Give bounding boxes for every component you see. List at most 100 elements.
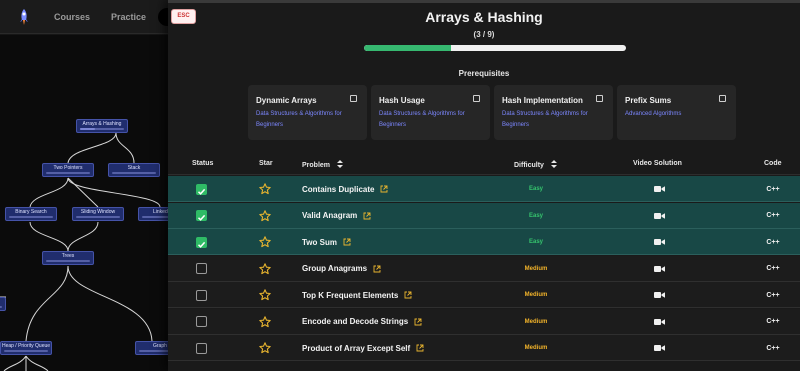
video-camera-icon[interactable] (654, 344, 665, 352)
prereq-checkbox[interactable] (596, 95, 603, 102)
external-link-icon[interactable] (363, 212, 371, 220)
star-outline-icon[interactable] (259, 289, 271, 301)
sort-icon[interactable] (336, 160, 343, 168)
table-row: Group Anagrams Medium C++ (168, 255, 800, 282)
status-checkbox[interactable] (196, 342, 207, 354)
problem-link[interactable]: Product of Array Except Self (302, 344, 410, 353)
checkmark-icon (197, 188, 206, 195)
star-outline-icon[interactable] (259, 209, 271, 222)
status-cell (196, 335, 207, 361)
rocket-icon[interactable] (17, 8, 31, 26)
graph-node-heap-priority-queue[interactable]: Heap / Priority Queue (0, 341, 52, 355)
prereq-course-link[interactable]: Advanced Algorithms (625, 109, 731, 120)
code-language-link[interactable]: C++ (758, 265, 788, 272)
graph-node-label: Linked (153, 209, 168, 215)
nav-link-practice[interactable]: Practice (111, 12, 146, 22)
star-outline-icon[interactable] (259, 262, 271, 275)
problem-cell: Encode and Decode Strings (302, 309, 422, 335)
header-code: Code (764, 160, 782, 167)
graph-node-binary-search[interactable]: Binary Search (5, 207, 57, 221)
code-language-link[interactable]: C++ (758, 345, 788, 352)
problems-table-header: Status Star Problem Difficulty Video Sol… (168, 155, 800, 175)
star-cell (259, 176, 271, 202)
problem-link[interactable]: Top K Frequent Elements (302, 291, 398, 300)
external-link-icon[interactable] (404, 291, 412, 299)
status-checkbox[interactable] (196, 236, 207, 248)
header-difficulty[interactable]: Difficulty (514, 160, 557, 169)
header-problem[interactable]: Problem (302, 160, 343, 169)
problem-link[interactable]: Two Sum (302, 238, 337, 247)
prereq-title: Prefix Sums (625, 96, 672, 105)
video-camera-icon[interactable] (654, 318, 665, 326)
star-cell (259, 203, 271, 229)
graph-node-two-pointers[interactable]: Two Pointers (42, 163, 94, 177)
difficulty-cell: Easy (506, 229, 566, 255)
prereq-title: Hash Implementation (502, 96, 583, 105)
status-checkbox[interactable] (196, 316, 207, 327)
status-cell (196, 256, 207, 282)
graph-node-graphs[interactable]: Graph (135, 341, 170, 355)
prereq-course-link[interactable]: Data Structures & Algorithms for Beginne… (256, 109, 362, 131)
external-link-icon[interactable] (343, 238, 351, 246)
video-camera-icon[interactable] (654, 185, 665, 193)
video-camera-icon[interactable] (654, 238, 665, 246)
prereq-course-link[interactable]: Data Structures & Algorithms for Beginne… (379, 109, 485, 131)
video-camera-icon[interactable] (654, 291, 665, 299)
prereq-card-prefix-sums[interactable]: Prefix Sums Advanced Algorithms (617, 85, 736, 140)
graph-node-trees[interactable]: Trees (42, 251, 94, 265)
status-checkbox[interactable] (196, 263, 207, 274)
panel-divider (168, 0, 800, 3)
code-language-link[interactable]: C++ (758, 292, 788, 299)
progress-bar-fill (364, 45, 452, 51)
problem-link[interactable]: Contains Duplicate (302, 185, 374, 194)
code-language-link[interactable]: C++ (758, 318, 788, 325)
video-camera-icon[interactable] (654, 265, 665, 273)
code-language-link[interactable]: C++ (758, 239, 788, 246)
external-link-icon[interactable] (414, 318, 422, 326)
graph-node-stack[interactable]: Stack (108, 163, 160, 177)
graph-node-linked-list[interactable]: Linked (138, 207, 170, 221)
nav-link-courses[interactable]: Courses (54, 12, 90, 22)
topic-panel: ESC Arrays & Hashing (3 / 9) Prerequisit… (168, 0, 800, 371)
problem-cell: Product of Array Except Self (302, 335, 424, 361)
external-link-icon[interactable] (380, 185, 388, 193)
prereq-checkbox[interactable] (350, 95, 357, 102)
video-cell (654, 203, 665, 229)
external-link-icon[interactable] (373, 265, 381, 273)
problem-cell: Group Anagrams (302, 256, 381, 282)
prereq-card-dynamic-arrays[interactable]: Dynamic Arrays Data Structures & Algorit… (248, 85, 367, 140)
code-language-link[interactable]: C++ (758, 212, 788, 219)
status-checkbox[interactable] (196, 210, 207, 221)
video-cell (654, 229, 665, 255)
graph-node-partial[interactable] (0, 297, 6, 311)
video-cell (654, 309, 665, 335)
graph-node-sliding-window[interactable]: Sliding Window (72, 207, 124, 221)
prereq-course-link[interactable]: Data Structures & Algorithms for Beginne… (502, 109, 608, 131)
code-cell: C++ (758, 203, 788, 229)
status-checkbox[interactable] (196, 183, 207, 195)
prereq-card-hash-implementation[interactable]: Hash Implementation Data Structures & Al… (494, 85, 613, 140)
star-outline-icon[interactable] (259, 236, 271, 248)
problem-link[interactable]: Encode and Decode Strings (302, 317, 408, 326)
problem-cell: Top K Frequent Elements (302, 282, 412, 308)
graph-node-label: Sliding Window (80, 209, 116, 215)
problem-link[interactable]: Valid Anagram (302, 211, 357, 220)
external-link-icon[interactable] (416, 344, 424, 352)
star-outline-icon[interactable] (259, 315, 271, 328)
star-cell (259, 256, 271, 282)
table-row: Contains Duplicate Easy C++ (168, 176, 800, 202)
problem-cell: Contains Duplicate (302, 176, 388, 202)
video-camera-icon[interactable] (654, 212, 665, 220)
status-checkbox[interactable] (196, 289, 207, 301)
prereq-checkbox[interactable] (473, 95, 480, 102)
sort-icon[interactable] (550, 160, 557, 168)
star-outline-icon[interactable] (259, 183, 271, 195)
prereq-checkbox[interactable] (719, 95, 726, 102)
graph-node-arrays-hashing[interactable]: Arrays & Hashing (76, 119, 128, 133)
code-language-link[interactable]: C++ (758, 186, 788, 193)
problem-link[interactable]: Group Anagrams (302, 264, 367, 273)
table-row: Encode and Decode Strings Medium C++ (168, 308, 800, 335)
prereq-card-hash-usage[interactable]: Hash Usage Data Structures & Algorithms … (371, 85, 490, 140)
star-outline-icon[interactable] (259, 342, 271, 354)
status-cell (196, 229, 207, 255)
